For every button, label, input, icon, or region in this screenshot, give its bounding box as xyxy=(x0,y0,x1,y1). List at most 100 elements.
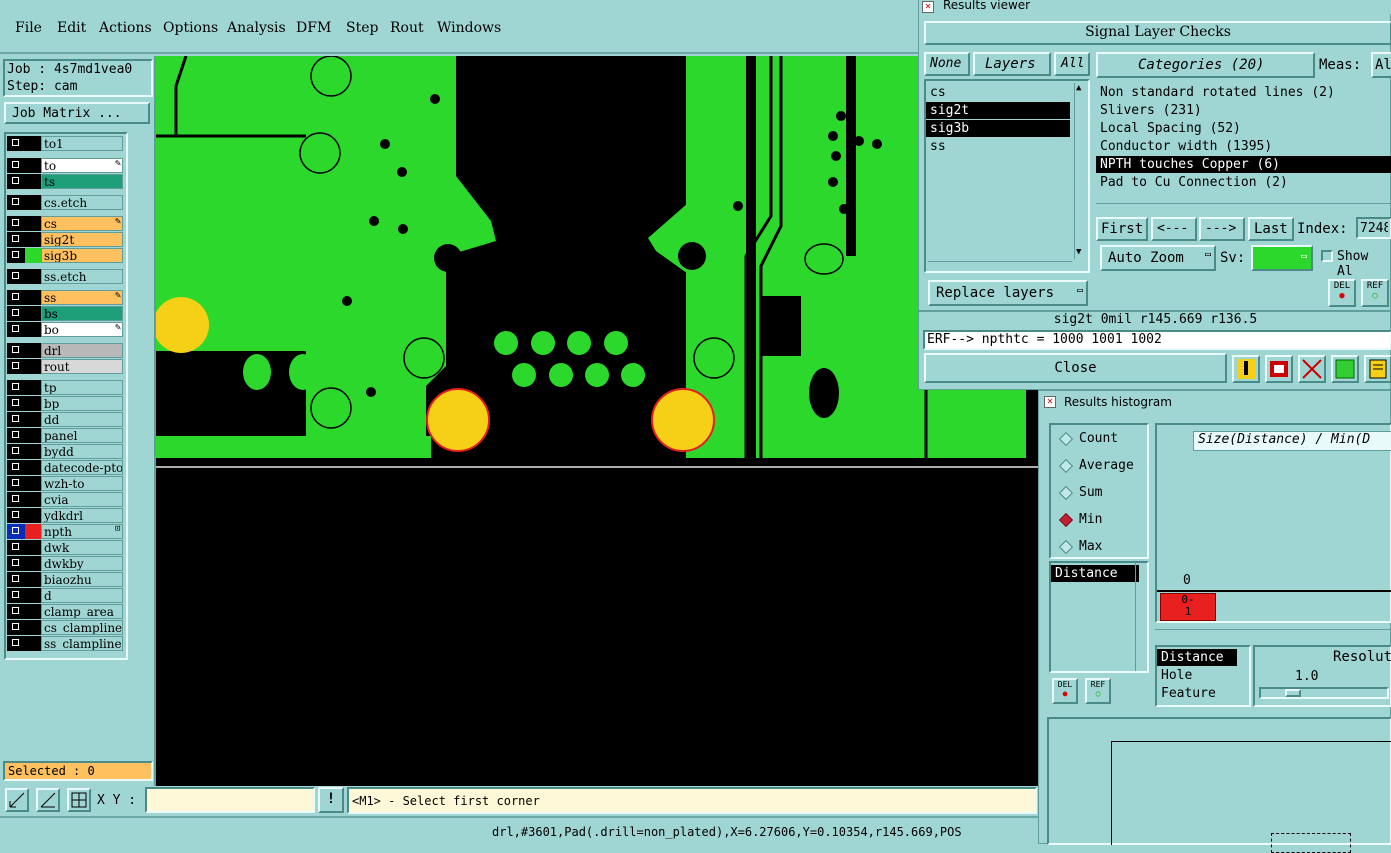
layer-name[interactable]: d xyxy=(41,588,123,603)
layer-row-ss[interactable]: ss ✎ xyxy=(7,290,125,305)
layer-name[interactable]: drl xyxy=(41,343,123,358)
layer-list-hscroll[interactable] xyxy=(928,261,1072,271)
layer-color-swatch[interactable] xyxy=(25,158,41,173)
warning-button[interactable]: ! xyxy=(318,787,344,813)
index-input[interactable] xyxy=(1356,217,1391,239)
layer-row-clamp-area[interactable]: clamp_area xyxy=(7,604,125,619)
first-button[interactable]: First xyxy=(1096,217,1148,241)
menu-actions[interactable]: Actions xyxy=(99,20,152,36)
layer-color-swatch[interactable] xyxy=(25,396,41,411)
layer-row-sig2t[interactable]: sig2t xyxy=(7,232,125,247)
layer-color-swatch[interactable] xyxy=(25,136,41,151)
layer-name[interactable]: cs_clampline xyxy=(41,620,123,635)
layer-checkbox[interactable] xyxy=(7,540,25,555)
layer-name[interactable]: ts xyxy=(41,174,123,189)
layer-color-swatch[interactable] xyxy=(25,540,41,555)
menu-rout[interactable]: Rout xyxy=(390,20,424,36)
layer-name[interactable]: biaozhu xyxy=(41,572,123,587)
layer-color-swatch[interactable] xyxy=(25,620,41,635)
layer-name[interactable]: dd xyxy=(41,412,123,427)
layer-color-swatch[interactable] xyxy=(25,604,41,619)
histogram-bar[interactable]: 0- 1 xyxy=(1160,593,1216,621)
category-item[interactable]: Conductor width (1395) xyxy=(1096,138,1272,155)
mode-max-radio[interactable]: Max xyxy=(1058,539,1102,554)
layer-checkbox[interactable] xyxy=(7,380,25,395)
layer-name[interactable]: cs xyxy=(41,216,123,231)
replace-layers-dropdown[interactable]: Replace layers ▭ xyxy=(928,280,1088,306)
layer-checkbox[interactable] xyxy=(7,232,25,247)
layer-color-swatch[interactable] xyxy=(25,380,41,395)
auto-zoom-dropdown[interactable]: Auto Zoom ▭ xyxy=(1100,245,1216,271)
layer-checkbox[interactable] xyxy=(7,588,25,603)
layer-row-npth[interactable]: npth ⊡ xyxy=(7,524,125,539)
layer-color-swatch[interactable] xyxy=(25,174,41,189)
menu-analysis[interactable]: Analysis xyxy=(227,20,286,36)
layer-checkbox[interactable] xyxy=(7,343,25,358)
close-icon[interactable]: ✕ xyxy=(922,1,934,13)
category-hscroll[interactable] xyxy=(1096,203,1391,211)
slider-thumb[interactable] xyxy=(1285,689,1301,697)
layer-color-swatch[interactable] xyxy=(25,572,41,587)
layer-color-swatch[interactable] xyxy=(25,290,41,305)
layer-checkbox[interactable] xyxy=(7,444,25,459)
layer-checkbox[interactable] xyxy=(7,269,25,284)
layer-checkbox[interactable] xyxy=(7,136,25,151)
xy-input[interactable] xyxy=(145,787,315,813)
layer-list-scrollbar[interactable]: ▲ ▼ xyxy=(1074,83,1086,259)
erf-icon[interactable] xyxy=(1265,355,1293,383)
result-layer-item[interactable]: ss xyxy=(926,138,946,155)
measure-list-scrollbar[interactable] xyxy=(1135,563,1147,671)
layer-color-swatch[interactable] xyxy=(25,492,41,507)
layer-row-wzh-to[interactable]: wzh-to xyxy=(7,476,125,491)
sv-color-dropdown[interactable]: ▭ xyxy=(1251,245,1313,271)
layer-row-cs[interactable]: cs ✎ xyxy=(7,216,125,231)
layer-checkbox[interactable] xyxy=(7,492,25,507)
layer-color-swatch[interactable] xyxy=(25,232,41,247)
category-item[interactable]: Local Spacing (52) xyxy=(1096,120,1241,137)
layer-color-swatch[interactable] xyxy=(25,322,41,337)
layer-name[interactable]: cvia xyxy=(41,492,123,507)
result-layer-item[interactable]: sig3b xyxy=(926,120,1070,137)
show-all-checkbox[interactable] xyxy=(1321,250,1333,262)
layer-color-swatch[interactable] xyxy=(25,216,41,231)
mode-min-radio[interactable]: Min xyxy=(1058,512,1102,527)
layer-checkbox[interactable] xyxy=(7,636,25,651)
layer-row-datecode-pto[interactable]: datecode-pto xyxy=(7,460,125,475)
layer-name[interactable]: wzh-to xyxy=(41,476,123,491)
result-layer-item[interactable]: sig2t xyxy=(926,102,1070,119)
layer-checkbox[interactable] xyxy=(7,359,25,374)
last-button[interactable]: Last xyxy=(1248,217,1294,241)
measure-list[interactable]: Distance xyxy=(1049,561,1149,673)
layer-checkbox[interactable] xyxy=(7,195,25,210)
layer-row-ss-clampline[interactable]: ss_clampline xyxy=(7,636,125,651)
chart-hscroll[interactable] xyxy=(1155,629,1391,637)
layer-row-ss-etch[interactable]: ss.etch xyxy=(7,269,125,284)
close-button[interactable]: Close xyxy=(924,353,1227,383)
layer-color-swatch[interactable] xyxy=(25,508,41,523)
layer-checkbox[interactable] xyxy=(7,508,25,523)
attr-list[interactable]: Distance Hole Feature xyxy=(1155,645,1251,707)
result-layer-item[interactable]: cs xyxy=(926,84,946,101)
layer-checkbox[interactable] xyxy=(7,620,25,635)
category-item[interactable]: Slivers (231) xyxy=(1096,102,1202,119)
layer-name[interactable]: ss xyxy=(41,290,123,305)
prev-button[interactable]: <--- xyxy=(1151,217,1197,241)
hist-del-button[interactable]: DEL ● xyxy=(1052,678,1078,704)
no-ref-icon[interactable] xyxy=(1298,355,1326,383)
layer-name[interactable]: bydd xyxy=(41,444,123,459)
layer-name[interactable]: ydkdrl xyxy=(41,508,123,523)
layer-checkbox[interactable] xyxy=(7,306,25,321)
layer-checkbox[interactable] xyxy=(7,290,25,305)
layer-row-tp[interactable]: tp xyxy=(7,380,125,395)
layer-row-bydd[interactable]: bydd xyxy=(7,444,125,459)
category-item[interactable]: Pad to Cu Connection (2) xyxy=(1096,174,1288,191)
layer-name[interactable]: clamp_area xyxy=(41,604,123,619)
layer-row-to[interactable]: to ✎ xyxy=(7,158,125,173)
layer-listbox[interactable]: cs sig2t sig3b ss ▲ ▼ xyxy=(924,79,1090,273)
layer-name[interactable]: bo xyxy=(41,322,123,337)
menu-file[interactable]: File xyxy=(15,20,42,36)
layer-checkbox[interactable] xyxy=(7,572,25,587)
layer-row-panel[interactable]: panel xyxy=(7,428,125,443)
del-button[interactable]: DEL ● xyxy=(1328,279,1356,307)
categories-button[interactable]: Categories (20) xyxy=(1096,52,1315,78)
